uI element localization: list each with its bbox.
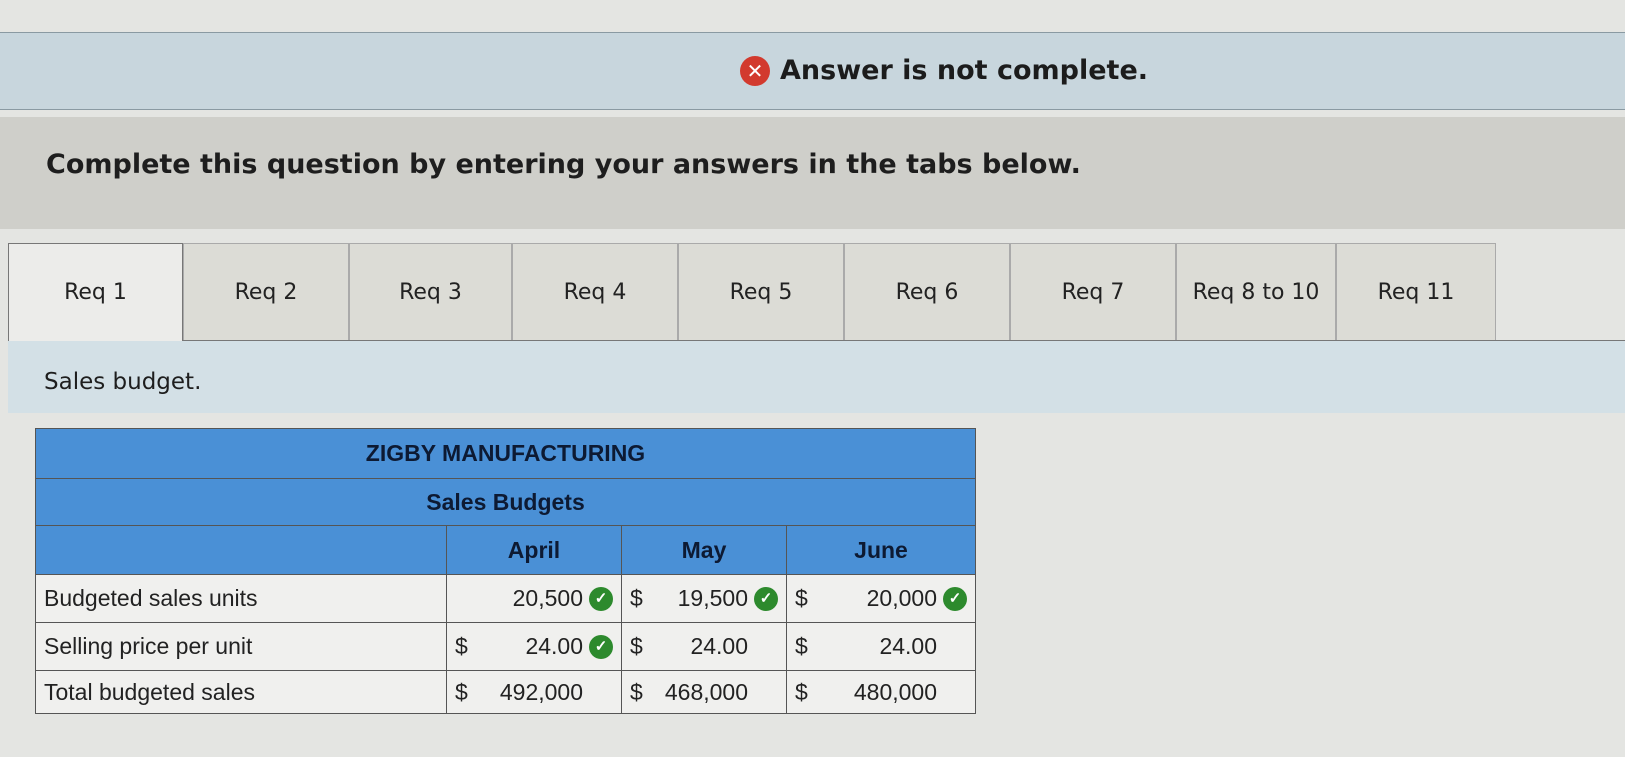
tab-req-8[interactable]: Req 8 to 10 [1176,243,1336,340]
amount-input[interactable]: $ 24.00 [786,622,976,671]
company-name: ZIGBY MANUFACTURING [35,428,976,479]
empty-header [35,525,447,575]
instructions-text: Complete this question by entering your … [46,149,1081,180]
row-label: Budgeted sales units [35,574,447,623]
amount-value: 24.00 [525,633,583,659]
row-label: Selling price per unit [35,622,447,671]
currency-symbol: $ [630,678,643,705]
currency-symbol: $ [455,678,468,705]
tab-req-7[interactable]: Req 7 [1010,243,1176,340]
amount-input[interactable]: $ 468,000 [621,670,787,714]
currency-symbol: $ [795,678,808,705]
requirement-tabs: Req 1 Req 2 Req 3 Req 4 Req 5 Req 6 Req 7 Req 8… [8,243,1625,341]
table-row: Selling price per unit $ 24.00 ✓ $ 24.00… [35,622,976,671]
x-circle-icon: ✕ [740,55,770,86]
tab-req-3[interactable]: Req 3 [349,243,512,340]
amount-value: 480,000 [853,678,937,705]
instructions-panel: Complete this question by entering your … [0,117,1625,229]
tab-req-1[interactable]: Req 1 [8,243,183,341]
amount-value: 19,500 [677,585,748,611]
sales-budget-table: ZIGBY MANUFACTURING Sales Budgets April … [35,428,976,714]
check-icon: ✓ [943,586,967,611]
table-row: Total budgeted sales $ 492,000 $ 468,000… [35,670,976,714]
amount-value: 24.00 [690,633,748,659]
table-title: Sales Budgets [35,478,976,526]
amount-input[interactable]: $ 492,000 [446,670,622,714]
column-header: April [446,525,622,575]
currency-symbol: $ [630,585,643,611]
amount-value: 492,000 [499,678,583,705]
table-row: Budgeted sales units 20,500 ✓ $ 19,500 ✓… [35,574,976,623]
tab-req-2[interactable]: Req 2 [183,243,349,340]
currency-symbol: $ [795,585,808,611]
tab-req-5[interactable]: Req 5 [678,243,844,340]
section-header: Sales budget. [8,341,1625,413]
amount-input[interactable]: $ 24.00 [621,622,787,671]
amount-input[interactable]: $ 20,000 ✓ [786,574,976,623]
amount-input[interactable]: $ 24.00 ✓ [446,622,622,671]
section-title: Sales budget. [44,369,202,395]
column-header: June [786,525,976,575]
answer-status-banner: ✕ Answer is not complete. [0,32,1625,110]
currency-symbol: $ [630,633,643,659]
amount-input[interactable]: $ 19,500 ✓ [621,574,787,623]
row-label: Total budgeted sales [35,670,447,714]
tab-req-9[interactable]: Req 11 [1336,243,1496,340]
amount-input[interactable]: $ 480,000 [786,670,976,714]
amount-input[interactable]: 20,500 ✓ [446,574,622,623]
column-header: May [621,525,787,575]
tab-req-6[interactable]: Req 6 [844,243,1010,340]
check-icon: ✓ [754,586,778,611]
tab-req-4[interactable]: Req 4 [512,243,678,340]
amount-value: 20,000 [866,585,937,611]
currency-symbol: $ [795,633,808,659]
amount-value: 20,500 [512,585,583,611]
check-icon: ✓ [589,634,613,659]
amount-value: 24.00 [879,633,937,659]
check-icon: ✓ [589,586,613,611]
currency-symbol: $ [455,633,468,659]
amount-value: 468,000 [664,678,748,705]
status-message: Answer is not complete. [780,55,1149,86]
